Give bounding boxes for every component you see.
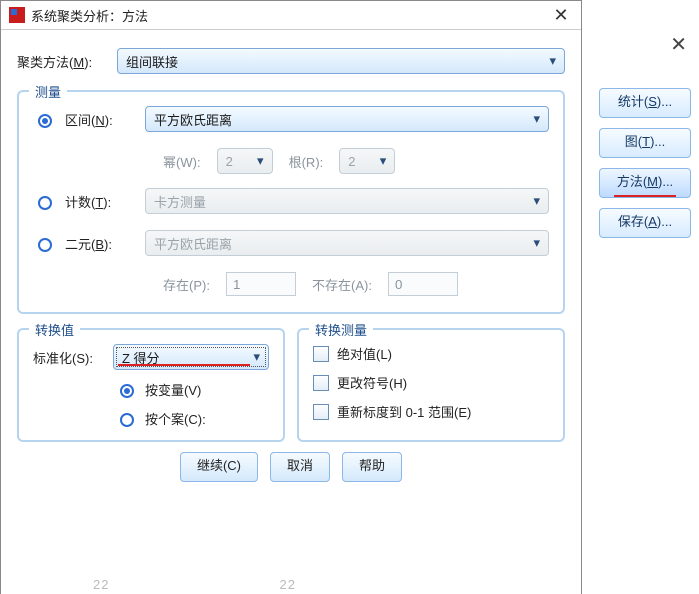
absent-input [388,272,458,296]
interval-combo[interactable]: 平方欧氏距离▾ [145,106,549,132]
standardize-combo[interactable]: Z 得分▾ [113,344,269,370]
chevron-down-icon: ▾ [533,111,540,127]
count-combo: 卡方测量▾ [145,188,549,214]
transform-values-group: 转换值 标准化(S): Z 得分▾ 按变量(V) 按个案(C): [17,328,285,442]
background-numbers: 2222 [93,577,296,592]
chevron-down-icon: ▾ [380,153,387,169]
count-label: 计数(T): [65,192,135,211]
close-icon[interactable]: ✕ [670,32,687,57]
abs-label: 绝对值(L) [337,344,392,363]
measure-legend: 测量 [29,82,67,101]
interval-label: 区间(N): [65,110,135,129]
cancel-button[interactable]: 取消 [270,452,330,482]
side-plots-button[interactable]: 图(T)... [599,128,691,158]
standardize-label: 标准化(S): [33,348,103,367]
chevron-down-icon: ▾ [549,53,556,69]
interval-radio[interactable] [38,114,52,128]
abs-checkbox[interactable] [313,346,329,362]
count-radio[interactable] [38,196,52,210]
cluster-method-combo[interactable]: 组间联接 ▾ [117,48,565,74]
dialog-button-bar: 继续(C) 取消 帮助 [17,452,565,482]
background-window-strip: ✕ 统计(S)... 图(T)... 方法(M)... 保存(A)... [579,0,699,594]
present-absent-row: 存在(P): 不存在(A): [163,272,549,296]
side-button-stack: 统计(S)... 图(T)... 方法(M)... 保存(A)... [599,88,691,238]
measure-group: 测量 区间(N): 平方欧氏距离▾ 幂(W): 2▾ 根(R): 2▾ 计数(T… [17,90,565,314]
by-variable-radio[interactable] [120,384,134,398]
close-icon[interactable]: ✕ [549,5,573,26]
side-method-button[interactable]: 方法(M)... [599,168,691,198]
sign-checkbox[interactable] [313,375,329,391]
transform-measure-group: 转换测量 绝对值(L) 更改符号(H) 重新标度到 0-1 范围(E) [297,328,565,442]
by-case-label: 按个案(C): [145,409,206,428]
transform-values-legend: 转换值 [29,320,80,339]
help-button[interactable]: 帮助 [342,452,402,482]
method-dialog: 系统聚类分析：方法 ✕ 聚类方法(M): 组间联接 ▾ 测量 区间(N): 平方… [0,0,582,594]
absent-label: 不存在(A): [312,275,372,294]
side-stats-button[interactable]: 统计(S)... [599,88,691,118]
binary-radio[interactable] [38,238,52,252]
cluster-method-value: 组间联接 [126,52,178,71]
by-variable-label: 按变量(V) [145,380,201,399]
root-label: 根(R): [289,152,324,171]
side-save-button[interactable]: 保存(A)... [599,208,691,238]
binary-label: 二元(B): [65,234,135,253]
root-combo: 2▾ [339,148,395,174]
transform-measure-legend: 转换测量 [309,320,373,339]
chevron-down-icon: ▾ [257,153,264,169]
by-case-radio[interactable] [120,413,134,427]
binary-combo: 平方欧氏距离▾ [145,230,549,256]
range-checkbox[interactable] [313,404,329,420]
power-label: 幂(W): [163,152,201,171]
chevron-down-icon: ▾ [253,349,260,365]
app-icon [9,7,25,23]
title-bar: 系统聚类分析：方法 ✕ [1,1,581,30]
present-input [226,272,296,296]
chevron-down-icon: ▾ [533,193,540,209]
window-title: 系统聚类分析：方法 [31,6,543,25]
continue-button[interactable]: 继续(C) [180,452,258,482]
red-underline [614,195,676,197]
cluster-method-label: 聚类方法(M): [17,52,107,71]
sign-label: 更改符号(H) [337,373,407,392]
range-label: 重新标度到 0-1 范围(E) [337,402,471,421]
present-label: 存在(P): [163,275,210,294]
power-root-row: 幂(W): 2▾ 根(R): 2▾ [163,148,549,174]
chevron-down-icon: ▾ [533,235,540,251]
power-combo: 2▾ [217,148,273,174]
